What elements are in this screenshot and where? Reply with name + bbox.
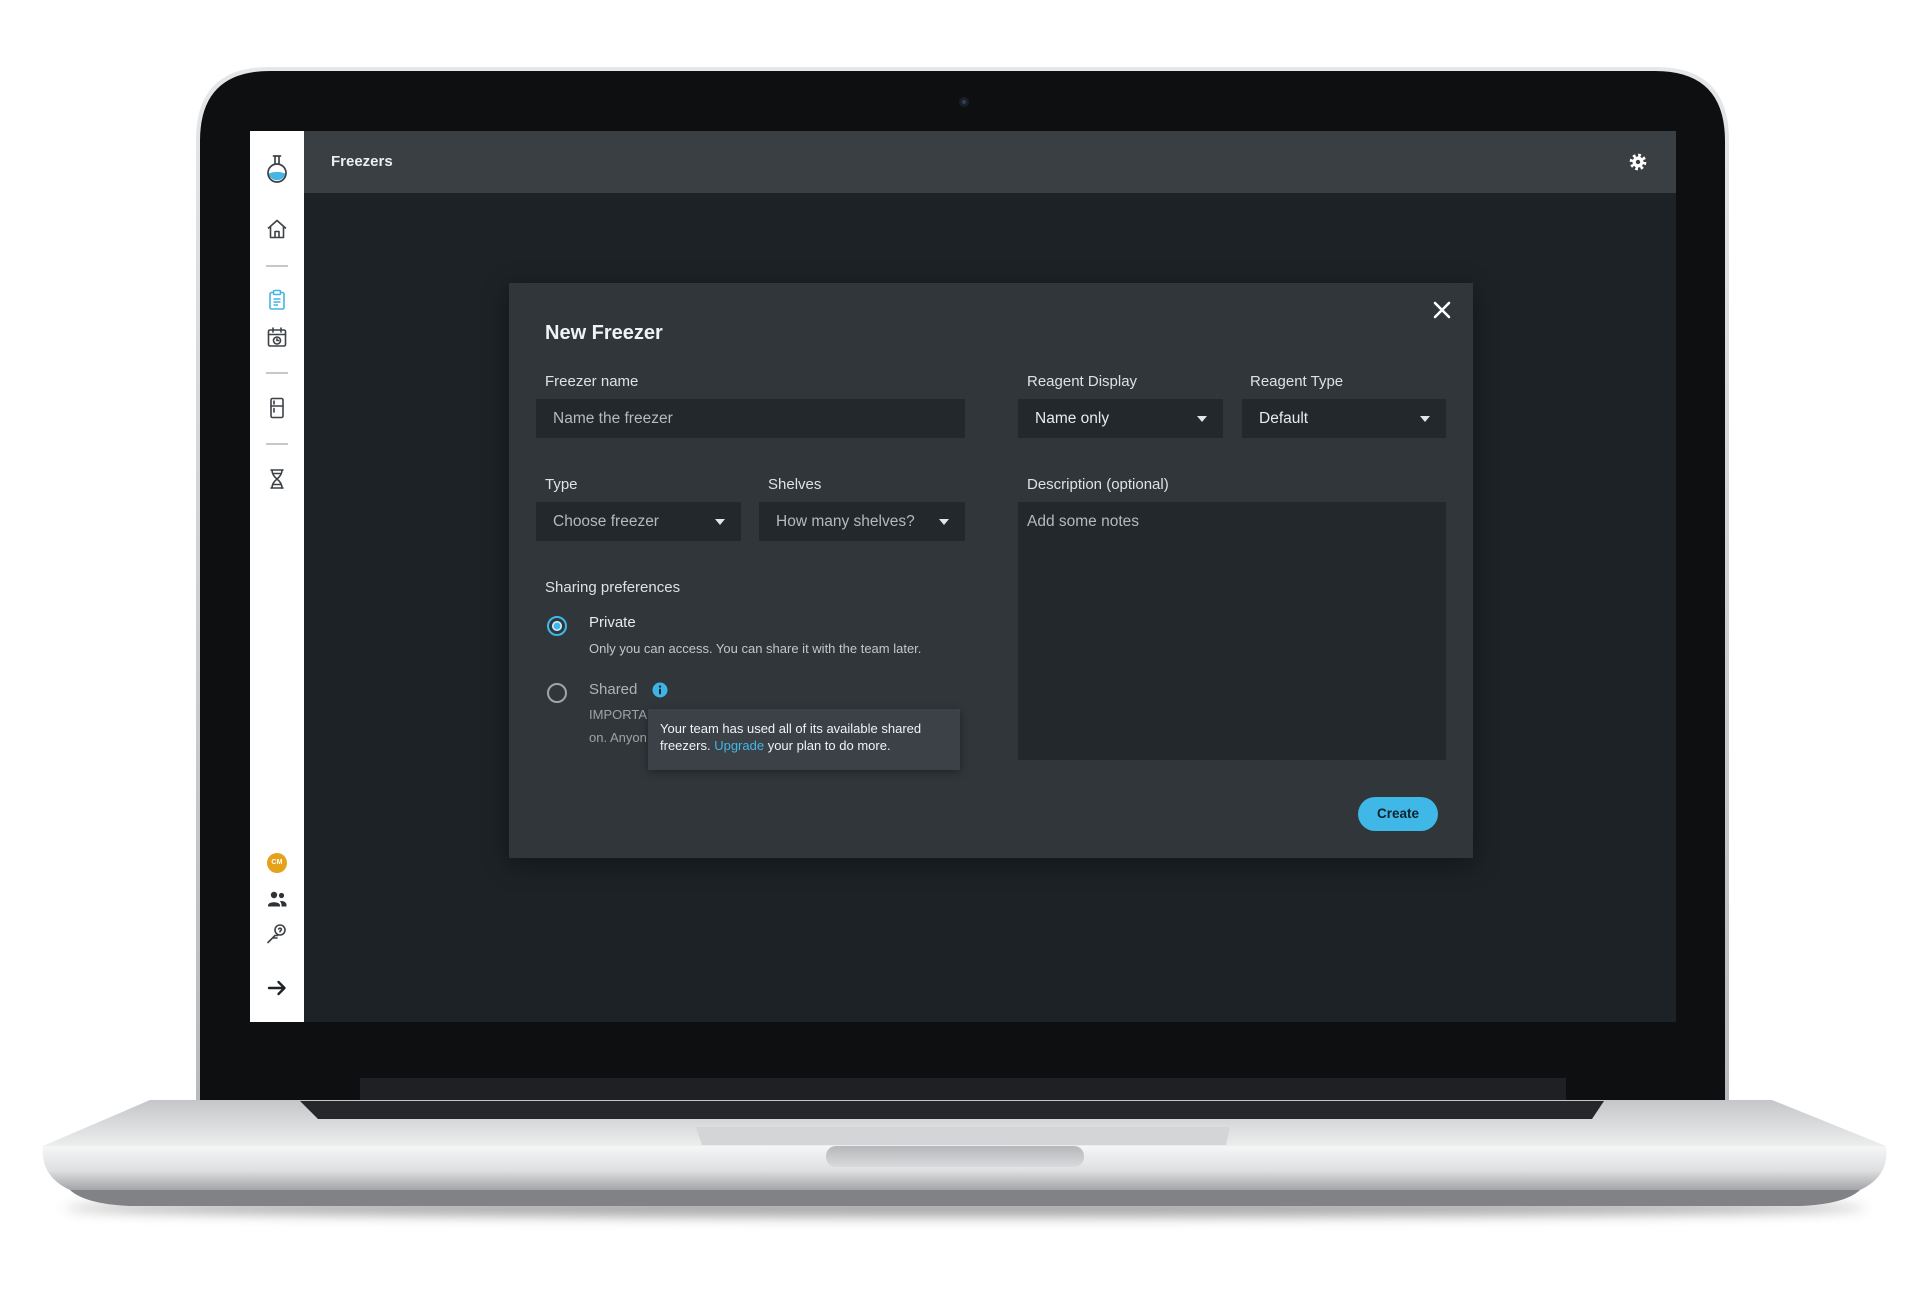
- private-option-label[interactable]: Private: [589, 613, 636, 633]
- shared-radio[interactable]: [547, 683, 567, 703]
- avatar[interactable]: CM: [267, 853, 287, 873]
- thumb-notch: [826, 1146, 1084, 1167]
- shelves-select[interactable]: How many shelves?: [759, 502, 965, 541]
- close-icon[interactable]: [1433, 301, 1451, 319]
- reagent-type-label: Reagent Type: [1250, 373, 1344, 390]
- page-title: Freezers: [331, 153, 393, 170]
- top-bar: Freezers: [304, 131, 1676, 193]
- sidebar-divider: [266, 443, 288, 445]
- type-label: Type: [545, 476, 578, 493]
- reagent-type-select[interactable]: Default: [1242, 399, 1446, 438]
- trackpad-edge: [696, 1127, 1230, 1145]
- caret-down-icon: [939, 519, 949, 525]
- shared-limit-tooltip: Your team has used all of its available …: [648, 709, 960, 770]
- sidebar: CM: [250, 131, 304, 1022]
- tooltip-text-after: your plan to do more.: [767, 738, 891, 753]
- keyboard-slot: [300, 1101, 1604, 1119]
- reagent-display-value: Name only: [1035, 410, 1110, 427]
- reagent-display-select[interactable]: Name only: [1018, 399, 1223, 438]
- sidebar-divider: [266, 265, 288, 267]
- arrow-right-icon[interactable]: [265, 976, 289, 1000]
- new-freezer-dialog: New Freezer Freezer name Reagent Display…: [509, 283, 1473, 858]
- caret-down-icon: [1197, 416, 1207, 422]
- flask-logo-icon[interactable]: [264, 154, 290, 184]
- reagent-type-value: Default: [1259, 410, 1309, 427]
- laptop-underside: [70, 1190, 1860, 1206]
- private-radio[interactable]: [547, 616, 567, 636]
- home-icon[interactable]: [265, 217, 289, 241]
- shared-option-description-line: on. Anyon: [589, 730, 647, 745]
- upgrade-link[interactable]: Upgrade: [714, 738, 764, 753]
- type-select[interactable]: Choose freezer: [536, 502, 741, 541]
- create-button[interactable]: Create: [1358, 797, 1438, 831]
- freezer-name-input[interactable]: [536, 399, 965, 438]
- private-option-description: Only you can access. You can share it wi…: [589, 641, 922, 656]
- gear-icon[interactable]: [1628, 152, 1648, 172]
- shared-option-label[interactable]: Shared: [589, 680, 637, 700]
- type-value: Choose freezer: [553, 513, 659, 530]
- description-label: Description (optional): [1027, 476, 1169, 493]
- dna-icon[interactable]: [265, 467, 289, 491]
- description-textarea[interactable]: [1018, 502, 1446, 760]
- app-screen: CM Freezers New Freezer Freezer name Nam…: [250, 131, 1676, 1022]
- shelves-value: How many shelves?: [776, 513, 915, 530]
- camera-lens: [961, 99, 967, 105]
- caret-down-icon: [715, 519, 725, 525]
- freezer-name-label: Freezer name: [545, 373, 639, 390]
- caret-down-icon: [1420, 416, 1430, 422]
- laptop-hinge: [360, 1078, 1566, 1100]
- calendar-icon[interactable]: [265, 325, 289, 349]
- freezer-icon[interactable]: [265, 396, 289, 420]
- shared-option-description-line: IMPORTA: [589, 707, 648, 722]
- dialog-title: New Freezer: [545, 322, 663, 344]
- support-icon[interactable]: [265, 922, 289, 946]
- info-icon[interactable]: [652, 682, 668, 698]
- mockup-stage: CM Freezers New Freezer Freezer name Nam…: [0, 0, 1920, 1291]
- shelves-label: Shelves: [768, 476, 822, 493]
- clipboard-icon[interactable]: [265, 288, 289, 312]
- sharing-preferences-label: Sharing preferences: [545, 579, 681, 596]
- reagent-display-label: Reagent Display: [1027, 373, 1138, 390]
- sidebar-divider: [266, 372, 288, 374]
- team-icon[interactable]: [265, 887, 289, 911]
